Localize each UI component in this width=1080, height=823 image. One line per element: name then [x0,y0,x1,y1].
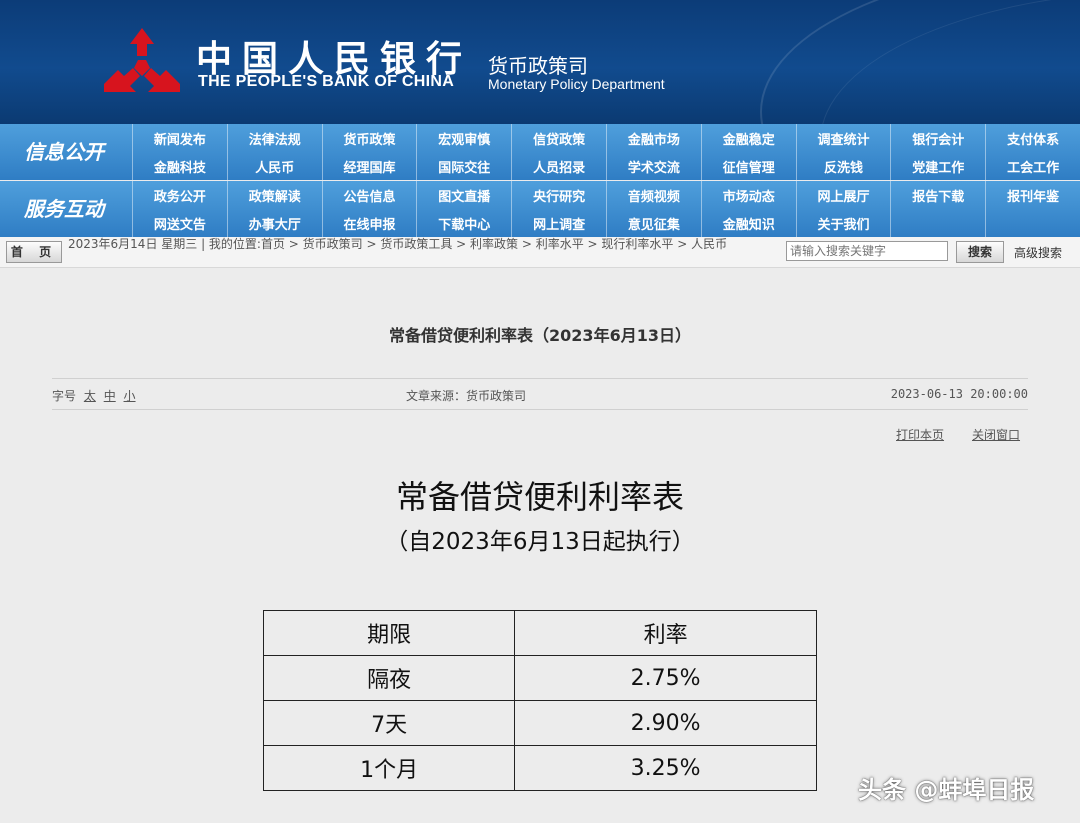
article-date: 2023-06-13 20:00:00 [890,387,1028,401]
nav-item[interactable]: 在线申报 [321,209,417,237]
nav-info-disclosure: 信息公开 新闻发布 法律法规 货币政策 宏观审慎 信贷政策 金融市场 金融稳定 调查统计 银行会… [0,124,1080,180]
nav-item[interactable]: 法律法规 [226,124,322,152]
nav-item[interactable]: 关于我们 [795,209,891,237]
search-input[interactable] [786,241,948,261]
department-name-en: Monetary Policy Department [488,76,665,92]
nav-item[interactable]: 政务公开 [132,181,227,209]
content-heading: 常备借贷便利利率表 [395,478,684,516]
table-row: 1个月 3.25% [262,745,817,791]
nav-item[interactable]: 国际交往 [416,152,511,180]
nav-item[interactable]: 人民币 [226,152,322,180]
nav-item[interactable]: 网上调查 [511,209,606,237]
nav-item [985,209,1080,237]
nav-item[interactable]: 报刊年鉴 [985,181,1080,209]
nav-section-label: 信息公开 [24,140,104,164]
nav-item[interactable]: 征信管理 [700,152,796,180]
breadcrumb-bar: 首 页 2023年6月14日 星期三 | 我的位置:首页 > 货币政策司 > 货… [0,237,1080,268]
term-cell: 隔夜 [262,655,516,701]
nav-item[interactable]: 政策解读 [226,181,322,209]
nav-item[interactable]: 网上展厅 [795,181,891,209]
site-header: 中国人民银行 THE PEOPLE'S BANK OF CHINA 货币政策司 … [0,0,1080,124]
nav-item[interactable]: 图文直播 [416,181,511,209]
nav-item[interactable]: 办事大厅 [226,209,322,237]
nav-item[interactable]: 金融市场 [606,124,701,152]
nav-item[interactable]: 下载中心 [416,209,511,237]
rate-cell: 3.25% [514,745,817,791]
term-cell: 1个月 [262,745,516,791]
nav-grid: 新闻发布 法律法规 货币政策 宏观审慎 信贷政策 金融市场 金融稳定 调查统计 银行会计 支付体系… [132,124,1080,180]
nav-item[interactable]: 宏观审慎 [416,124,511,152]
article-title: 常备借贷便利利率表（2023年6月13日） [389,326,691,345]
table-header-row: 期限 利率 [262,610,817,656]
watermark: 头条 @蚌埠日报 [858,776,1035,804]
font-size-medium[interactable]: 中 [104,389,116,403]
table-row: 隔夜 2.75% [262,655,817,701]
nav-item[interactable]: 报告下载 [890,181,985,209]
breadcrumb: 2023年6月14日 星期三 | 我的位置:首页 > 货币政策司 > 货币政策工… [68,237,728,251]
rate-table: 期限 利率 隔夜 2.75% 7天 2.90% 1个月 3.25% [262,610,817,791]
nav-item[interactable]: 党建工作 [890,152,985,180]
department-name-cn: 货币政策司 [488,54,588,78]
nav-item [890,209,985,237]
nav-item[interactable]: 市场动态 [700,181,796,209]
rate-cell: 2.90% [514,700,817,746]
nav-item[interactable]: 人员招录 [511,152,606,180]
nav-item[interactable]: 音频视频 [606,181,701,209]
column-header-rate: 利率 [514,610,817,656]
home-button[interactable]: 首 页 [6,241,62,263]
nav-item[interactable]: 网送文告 [132,209,227,237]
nav-item[interactable]: 学术交流 [606,152,701,180]
rate-cell: 2.75% [514,655,817,701]
nav-item[interactable]: 信贷政策 [511,124,606,152]
nav-item[interactable]: 工会工作 [985,152,1080,180]
nav-item[interactable]: 公告信息 [321,181,417,209]
nav-item[interactable]: 经理国库 [321,152,417,180]
close-window-link[interactable]: 关闭窗口 [972,426,1020,443]
nav-item[interactable]: 新闻发布 [132,124,227,152]
article-meta: 字号 太 中 小 文章来源：货币政策司 2023-06-13 20:00:00 [52,378,1028,410]
nav-item[interactable]: 货币政策 [321,124,417,152]
article-source: 文章来源：货币政策司 [406,389,527,403]
content-subheading: （自2023年6月13日起执行） [385,529,695,555]
nav-item[interactable]: 央行研究 [511,181,606,209]
search-button[interactable]: 搜索 [956,241,1004,263]
nav-item[interactable]: 意见征集 [606,209,701,237]
column-header-term: 期限 [262,610,516,656]
advanced-search-link[interactable]: 高级搜索 [1014,244,1062,261]
nav-item[interactable]: 支付体系 [985,124,1080,152]
nav-item[interactable]: 银行会计 [890,124,985,152]
font-size-label: 字号 [52,389,77,403]
table-row: 7天 2.90% [262,700,817,746]
nav-item[interactable]: 反洗钱 [795,152,891,180]
nav-item[interactable]: 金融科技 [132,152,227,180]
term-cell: 7天 [262,700,516,746]
nav-grid: 政务公开 政策解读 公告信息 图文直播 央行研究 音频视频 市场动态 网上展厅 报告下载 报刊年鉴… [132,181,1080,237]
print-page-link[interactable]: 打印本页 [896,426,944,443]
nav-item[interactable]: 金融稳定 [700,124,796,152]
font-size-small[interactable]: 小 [124,389,136,403]
nav-item[interactable]: 调查统计 [795,124,891,152]
bank-name-en: THE PEOPLE'S BANK OF CHINA [198,73,455,90]
nav-section-label: 服务互动 [24,197,104,221]
nav-service-interaction: 服务互动 政务公开 政策解读 公告信息 图文直播 央行研究 音频视频 市场动态 网上展厅 报告下… [0,181,1080,237]
font-size-large[interactable]: 太 [84,389,96,403]
nav-item[interactable]: 金融知识 [700,209,796,237]
font-size-selector: 字号 太 中 小 [52,387,136,404]
pboc-emblem-icon[interactable] [100,26,184,100]
